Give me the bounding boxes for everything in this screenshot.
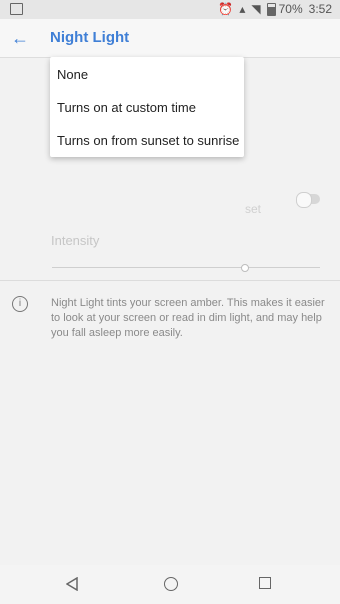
signal-icon: ◥ xyxy=(251,2,261,16)
info-text: Night Light tints your screen amber. Thi… xyxy=(51,297,325,339)
nav-recent-icon[interactable] xyxy=(259,577,271,589)
status-icons: ⏰ ▴ ◥ 70% 3:52 xyxy=(218,2,332,16)
nav-back-icon[interactable] xyxy=(66,577,80,591)
navigation-bar xyxy=(0,565,340,604)
intensity-label: Intensity xyxy=(51,233,100,248)
page-title: Night Light xyxy=(50,29,130,46)
arrow-left-icon[interactable]: ← xyxy=(10,28,30,48)
wifi-icon: ▴ xyxy=(239,2,246,16)
status-bar: ⏰ ▴ ◥ 70% 3:52 xyxy=(0,0,340,19)
dropdown-option-sunset-sunrise[interactable]: Turns on from sunset to sunrise xyxy=(57,133,239,148)
intensity-slider[interactable] xyxy=(52,263,320,273)
schedule-dropdown[interactable]: None Turns on at custom time Turns on fr… xyxy=(50,57,244,157)
status-time: 3:52 xyxy=(308,2,332,16)
slider-thumb[interactable] xyxy=(240,264,249,272)
app-bar: ← Night Light xyxy=(0,19,340,58)
info-icon: i xyxy=(12,296,28,312)
dropdown-option-custom-time[interactable]: Turns on at custom time xyxy=(57,100,196,115)
nav-home-icon[interactable] xyxy=(164,577,178,591)
divider xyxy=(0,280,340,281)
battery-icon xyxy=(266,2,276,16)
schedule-partial-label: set xyxy=(245,202,262,216)
battery-percent: 70% xyxy=(278,2,303,16)
toggle-knob xyxy=(296,192,312,208)
alarm-icon: ⏰ xyxy=(218,2,234,16)
image-icon xyxy=(10,3,23,15)
night-light-toggle[interactable] xyxy=(296,192,320,208)
slider-track xyxy=(52,267,320,268)
battery-indicator: 70% xyxy=(266,2,303,16)
dropdown-option-none[interactable]: None xyxy=(57,67,88,82)
